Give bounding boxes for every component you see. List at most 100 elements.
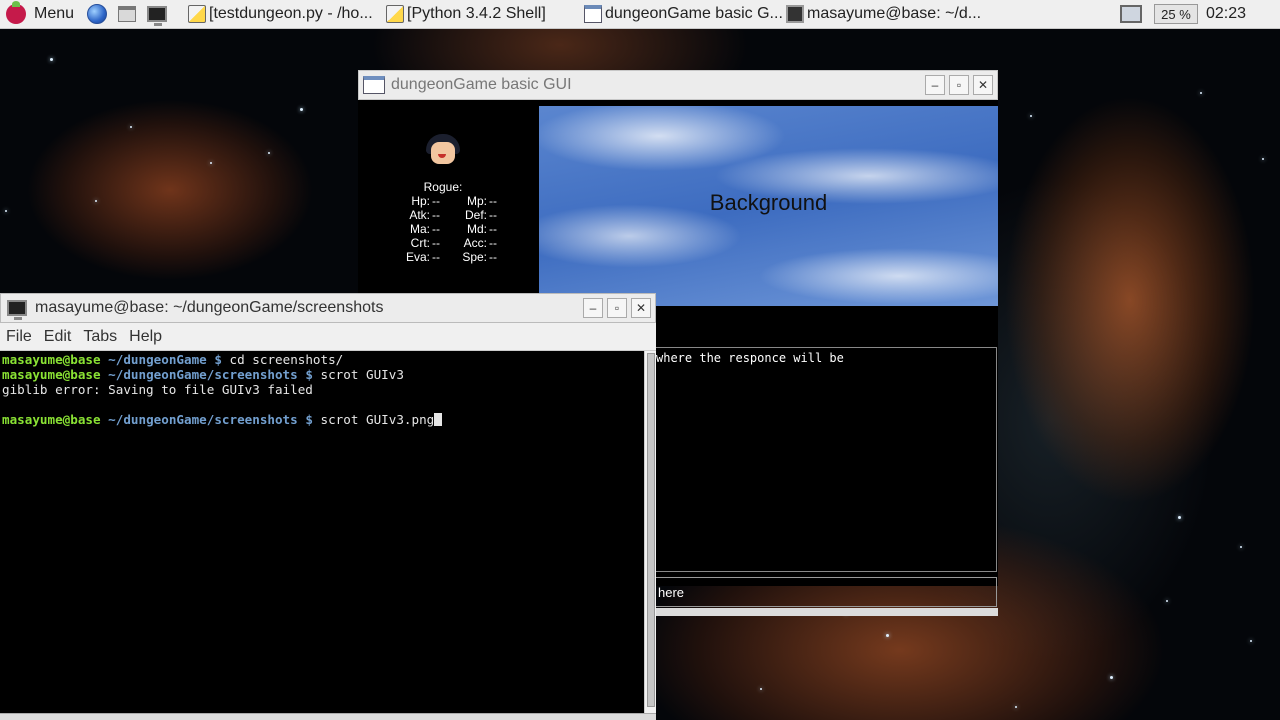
stat-value: -- (489, 222, 497, 236)
prompt-path: ~/dungeonGame/screenshots (108, 367, 298, 382)
menu-button[interactable]: Menu (0, 0, 82, 29)
response-text-area[interactable]: where the responce will be (655, 347, 997, 572)
prompt-path: ~/dungeonGame/screenshots (108, 412, 298, 427)
stat-value: -- (432, 250, 440, 264)
stat-value: -- (489, 236, 497, 250)
close-button[interactable]: ✕ (973, 75, 993, 95)
prompt-user: masayume@base (2, 367, 101, 382)
terminal-icon (147, 6, 167, 26)
stat-label: Mp: (466, 194, 487, 208)
maximize-button[interactable]: ▫ (949, 75, 969, 95)
window-bottom-edge (655, 608, 998, 616)
command-text: scrot GUIv3.png (320, 412, 435, 427)
command-text: scrot GUIv3 (320, 367, 404, 382)
terminal-icon (7, 300, 27, 320)
stat-label: Eva: (405, 250, 430, 264)
prompt-symbol: $ (214, 352, 222, 367)
terminal-launcher[interactable] (142, 0, 172, 29)
taskbar-item-python-shell[interactable]: [Python 3.4.2 Shell] (382, 0, 580, 29)
character-class-label: Rogue: (423, 180, 463, 194)
terminal-line: masayume@base ~/dungeonGame/screenshots … (2, 367, 656, 382)
command-input[interactable]: here (655, 577, 997, 607)
stat-row: Ma: -- Md: -- (358, 222, 538, 236)
terminal-line: masayume@base ~/dungeonGame/screenshots … (2, 412, 656, 427)
window-title: dungeonGame basic GUI (391, 76, 572, 93)
stat-row: Hp: -- Mp: -- (358, 194, 538, 208)
terminal-line: masayume@base ~/dungeonGame $ cd screens… (2, 352, 656, 367)
file-manager-icon (118, 6, 136, 22)
menu-file[interactable]: File (0, 328, 38, 346)
taskbar-item-terminal[interactable]: masayume@base: ~/d... (782, 0, 982, 29)
terminal-window-titlebar[interactable]: masayume@base: ~/dungeonGame/screenshots… (0, 293, 656, 323)
web-browser-launcher[interactable] (82, 0, 112, 29)
window-icon (584, 5, 602, 23)
stat-label: Hp: (411, 194, 430, 208)
prompt-symbol: $ (305, 412, 313, 427)
taskbar-item-dungeon-gui[interactable]: dungeonGame basic G... (580, 0, 782, 29)
taskbar-item-label: masayume@base: ~/d... (807, 5, 982, 22)
web-browser-icon (87, 4, 107, 24)
scrollbar-thumb[interactable] (647, 353, 655, 707)
response-text: where the responce will be (656, 351, 844, 365)
cpu-usage-monitor[interactable]: 25 % (1153, 4, 1198, 24)
menu-help[interactable]: Help (123, 328, 168, 346)
stat-value: -- (432, 194, 440, 208)
stat-value: -- (432, 236, 440, 250)
stat-value: -- (432, 222, 440, 236)
background-image: Background (539, 106, 998, 306)
character-avatar (426, 134, 460, 168)
stat-row: Eva: -- Spe: -- (358, 250, 538, 264)
raspberry-pi-logo-icon (6, 1, 26, 24)
top-panel: Menu [testdungeon.py - /ho... [Python 3.… (0, 0, 1280, 29)
command-input-text: here (658, 585, 685, 600)
stat-row: Crt: -- Acc: -- (358, 236, 538, 250)
minimize-button[interactable]: – (583, 298, 603, 318)
taskbar-item-label: [Python 3.4.2 Shell] (407, 5, 546, 22)
stat-label: Spe: (462, 250, 487, 264)
window-title: masayume@base: ~/dungeonGame/screenshots (35, 299, 384, 316)
menu-tabs[interactable]: Tabs (77, 328, 123, 346)
stat-label: Md: (466, 222, 487, 236)
stat-row: Atk: -- Def: -- (358, 208, 538, 222)
output-text: giblib error: Saving to file GUIv3 faile… (2, 382, 313, 397)
prompt-path: ~/dungeonGame (108, 352, 207, 367)
dungeon-window-titlebar[interactable]: dungeonGame basic GUI – ▫ ✕ (358, 70, 998, 100)
menu-label: Menu (34, 5, 75, 22)
minimize-button[interactable]: – (925, 75, 945, 95)
taskbar-item-label: [testdungeon.py - /ho... (209, 5, 373, 22)
background-label: Background (709, 190, 828, 215)
python-file-icon (188, 5, 206, 23)
menu-edit[interactable]: Edit (38, 328, 78, 346)
maximize-button[interactable]: ▫ (607, 298, 627, 318)
network-icon[interactable] (1119, 5, 1142, 23)
file-manager-launcher[interactable] (112, 0, 142, 29)
stat-label: Crt: (410, 236, 430, 250)
terminal-menubar: File Edit Tabs Help (0, 323, 656, 351)
stat-label: Def: (464, 208, 487, 222)
stat-value: -- (489, 208, 497, 222)
stat-label: Atk: (409, 208, 430, 222)
prompt-user: masayume@base (2, 352, 101, 367)
terminal-icon (786, 5, 804, 23)
prompt-user: masayume@base (2, 412, 101, 427)
stat-label: Acc: (463, 236, 487, 250)
python-file-icon (386, 5, 404, 23)
close-button[interactable]: ✕ (631, 298, 651, 318)
system-tray: 25 % 02:23 (1119, 0, 1280, 29)
window-bottom-edge (0, 713, 656, 720)
taskbar-item-label: dungeonGame basic G... (605, 5, 782, 22)
stat-label: Ma: (409, 222, 430, 236)
terminal-window: masayume@base: ~/dungeonGame/screenshots… (0, 293, 656, 720)
stat-value: -- (489, 250, 497, 264)
text-cursor (434, 413, 443, 426)
character-stats-panel: Rogue: Hp: -- Mp: -- Atk: -- Def: -- Ma: -- Md: -- C… (358, 100, 538, 292)
clock[interactable]: 02:23 (1206, 5, 1246, 23)
prompt-symbol: $ (305, 367, 313, 382)
terminal-output[interactable]: masayume@base ~/dungeonGame $ cd screens… (0, 351, 656, 713)
stat-value: -- (432, 208, 440, 222)
taskbar-item-testdungeon[interactable]: [testdungeon.py - /ho... (184, 0, 382, 29)
terminal-scrollbar[interactable] (644, 351, 656, 713)
terminal-line: giblib error: Saving to file GUIv3 faile… (2, 382, 656, 397)
command-text: cd screenshots/ (229, 352, 344, 367)
